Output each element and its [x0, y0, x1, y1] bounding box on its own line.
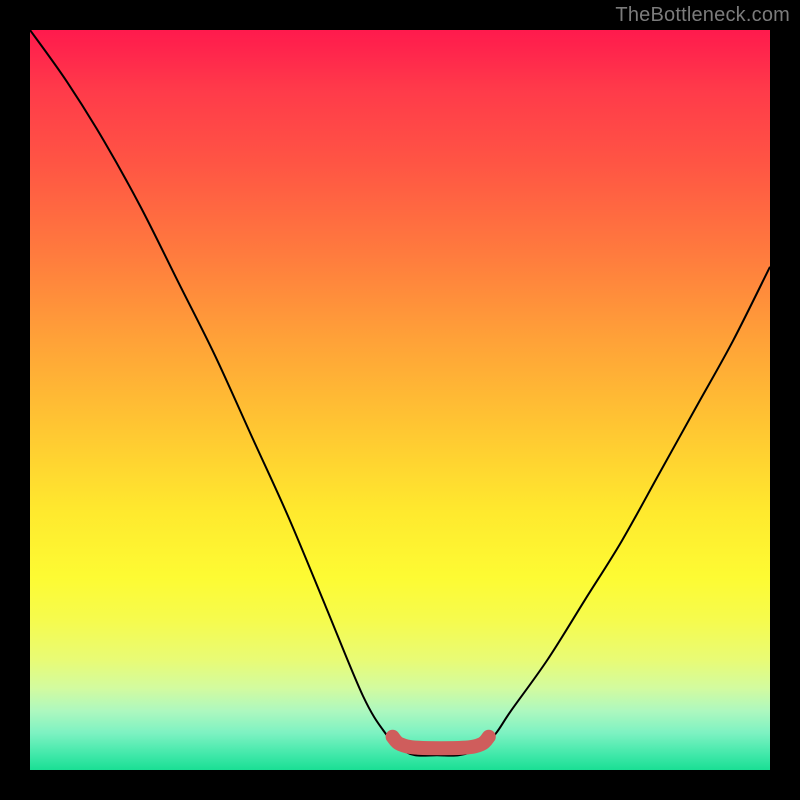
plot-area [30, 30, 770, 770]
watermark-text: TheBottleneck.com [615, 4, 790, 27]
trough-path [393, 737, 489, 749]
chart-frame: TheBottleneck.com [0, 0, 800, 800]
trough-highlight [30, 30, 770, 770]
